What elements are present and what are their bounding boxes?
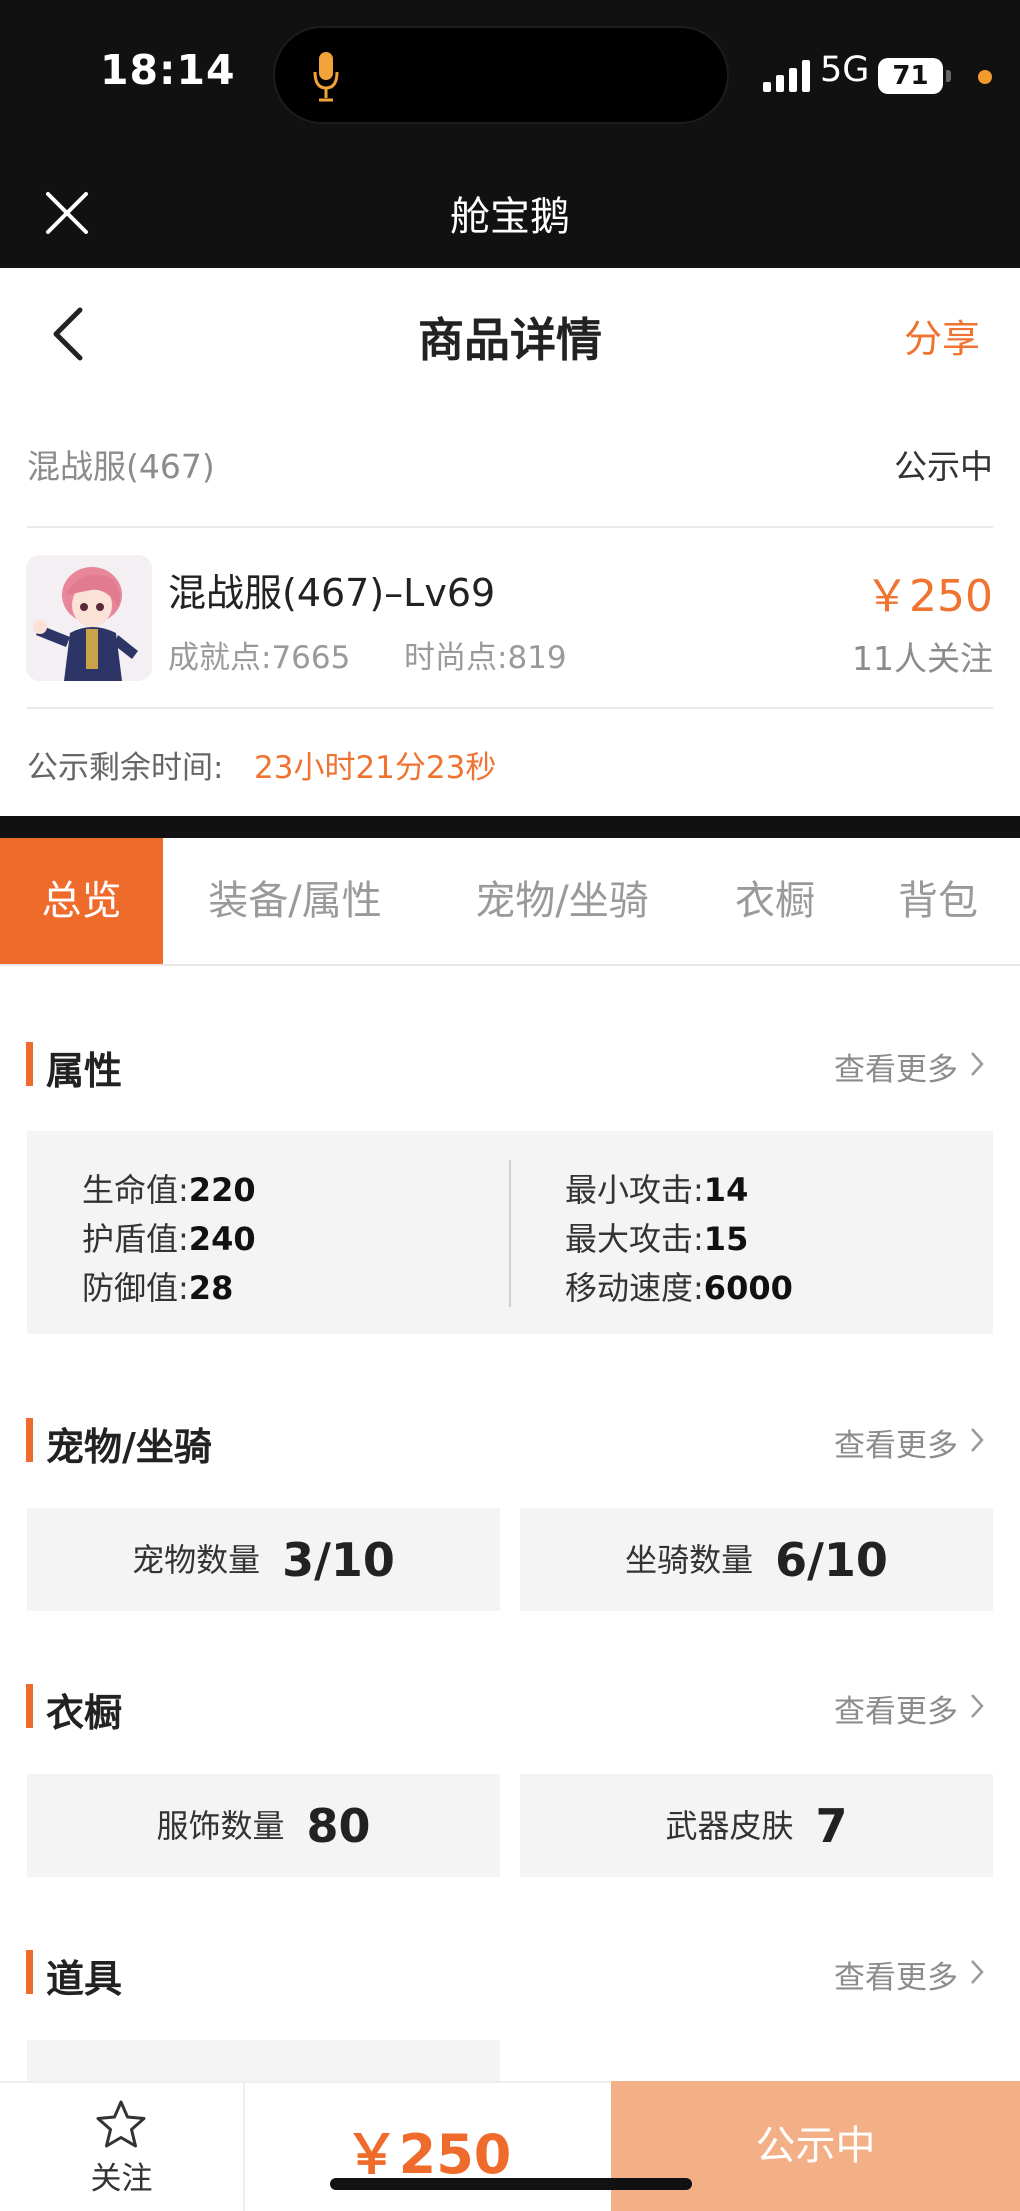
- attr-defense: 防御值:28: [82, 1269, 234, 1307]
- home-indicator: [330, 2178, 692, 2190]
- tab-backpack[interactable]: 背包: [876, 838, 1000, 964]
- divider: [27, 526, 993, 528]
- follower-count: 11人关注: [852, 639, 993, 678]
- attr-hp: 生命值:220: [82, 1171, 256, 1209]
- view-more-items[interactable]: 查看更多: [834, 1952, 958, 1997]
- chevron-right-icon: [971, 1428, 984, 1452]
- remaining-time-label: 公示剩余时间:: [27, 750, 224, 786]
- stat-value: 7: [815, 1799, 848, 1853]
- fashion-points: 时尚点:819: [404, 640, 567, 676]
- view-more-pets[interactable]: 查看更多: [834, 1420, 958, 1465]
- chevron-right-icon: [971, 1052, 984, 1076]
- achievement-points: 成就点:7665: [168, 640, 351, 676]
- tab-equipment[interactable]: 装备/属性: [178, 838, 412, 964]
- character-portrait-image: [26, 555, 152, 681]
- section-accent: [26, 1950, 33, 1994]
- item-name: 混战服(467)–Lv69: [168, 571, 496, 615]
- stat-value: 6/10: [775, 1533, 888, 1587]
- tab-bar: 总览 装备/属性 宠物/坐骑 衣橱 背包: [0, 838, 1020, 966]
- stat-label: 服饰数量: [156, 1807, 285, 1845]
- character-avatar[interactable]: [26, 555, 152, 681]
- battery-cap: [946, 70, 951, 82]
- stat-value: 80: [306, 1799, 371, 1853]
- view-more-attributes[interactable]: 查看更多: [834, 1044, 958, 1089]
- tab-overview[interactable]: 总览: [0, 838, 163, 964]
- microphone-icon: [313, 52, 339, 102]
- pet-count-card[interactable]: 宠物数量 3/10: [27, 1508, 500, 1611]
- item-price: ￥250: [865, 571, 993, 622]
- divider: [27, 707, 993, 709]
- battery-icon: 71: [878, 58, 943, 94]
- section-separator: [0, 816, 1020, 838]
- section-accent: [26, 1042, 33, 1086]
- view-more-wardrobe[interactable]: 查看更多: [834, 1686, 958, 1731]
- network-label: 5G: [820, 50, 870, 90]
- remaining-time-value: 23小时21分23秒: [254, 750, 497, 786]
- section-title-attributes: 属性: [46, 1049, 123, 1093]
- chevron-right-icon: [971, 1960, 984, 1984]
- listing-status: 公示中: [894, 447, 993, 486]
- status-and-miniapp-header: 18:14 5G 71 舱宝鹅: [0, 0, 1020, 268]
- share-button[interactable]: 分享: [904, 308, 980, 363]
- section-accent: [26, 1418, 33, 1462]
- stat-label: 武器皮肤: [665, 1807, 794, 1845]
- mount-count-card[interactable]: 坐骑数量 6/10: [520, 1508, 993, 1611]
- item-count-card-partial: [27, 2040, 500, 2085]
- section-accent: [26, 1684, 33, 1728]
- dynamic-island: [273, 26, 729, 124]
- tab-wardrobe[interactable]: 衣橱: [712, 838, 838, 964]
- section-title-wardrobe: 衣橱: [46, 1691, 123, 1735]
- attr-shield: 护盾值:240: [82, 1220, 256, 1258]
- attr-max-attack: 最大攻击:15: [565, 1220, 749, 1258]
- section-title-pets: 宠物/坐骑: [46, 1425, 212, 1469]
- miniapp-title: 舱宝鹅: [450, 194, 570, 240]
- attr-move-speed: 移动速度:6000: [565, 1269, 793, 1307]
- chevron-right-icon: [971, 1694, 984, 1718]
- tab-pets[interactable]: 宠物/坐骑: [442, 838, 682, 964]
- server-name: 混战服(467): [27, 447, 215, 486]
- page-title: 商品详情: [418, 313, 602, 367]
- recording-indicator-dot: [978, 70, 992, 84]
- signal-icon: [763, 60, 810, 92]
- attributes-divider: [509, 1160, 511, 1307]
- stat-label: 坐骑数量: [625, 1541, 754, 1579]
- star-icon[interactable]: [94, 2098, 148, 2152]
- section-title-items: 道具: [46, 1957, 123, 2001]
- stat-value: 3/10: [282, 1533, 395, 1587]
- status-action-button[interactable]: 公示中: [611, 2081, 1020, 2211]
- outfit-count-card[interactable]: 服饰数量 80: [27, 1774, 500, 1877]
- follow-button[interactable]: 关注: [0, 2153, 243, 2198]
- attr-min-attack: 最小攻击:14: [565, 1171, 749, 1209]
- stat-label: 宠物数量: [132, 1541, 261, 1579]
- weapon-skin-card[interactable]: 武器皮肤 7: [520, 1774, 993, 1877]
- status-time: 18:14: [100, 46, 236, 94]
